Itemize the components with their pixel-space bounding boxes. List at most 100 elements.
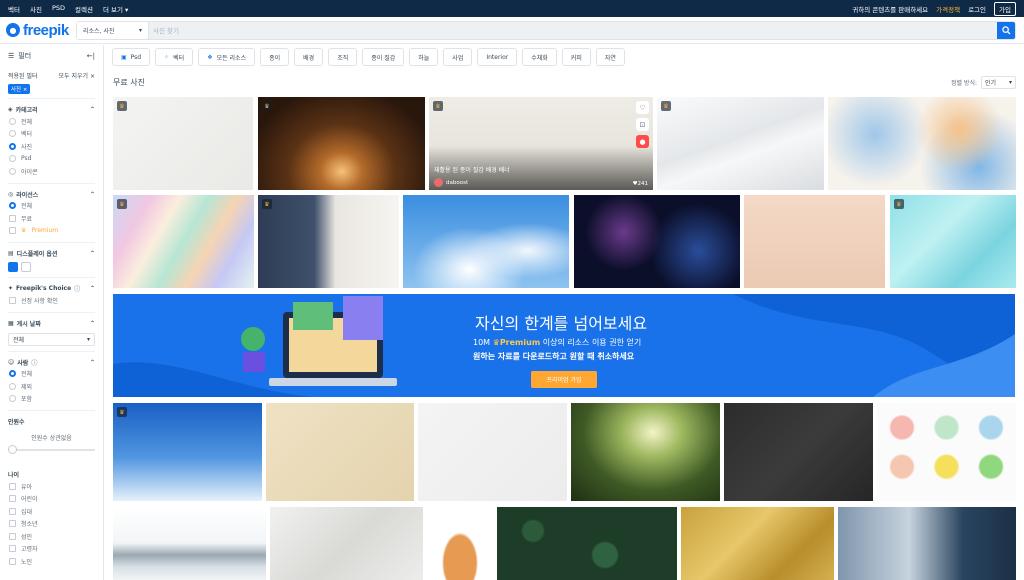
search-input[interactable] bbox=[149, 22, 997, 39]
radio-button[interactable] bbox=[9, 117, 16, 125]
category-option-psd[interactable]: Psd bbox=[8, 153, 95, 166]
tag-all-resources[interactable]: ❖ 모든 리소스 bbox=[198, 48, 256, 66]
people-option-exclude[interactable]: 제외 bbox=[8, 380, 95, 393]
photo-kraft-paper[interactable] bbox=[266, 403, 414, 501]
checkbox[interactable] bbox=[9, 520, 16, 528]
photo-crumpled-paper[interactable] bbox=[270, 507, 423, 580]
search-button[interactable] bbox=[997, 22, 1015, 39]
photo-stage-light[interactable]: ♛ bbox=[258, 97, 425, 190]
photo-watercolor-dots[interactable] bbox=[877, 403, 1016, 501]
license-option-free[interactable]: 무료 bbox=[8, 212, 95, 225]
radio-button-selected[interactable] bbox=[9, 370, 16, 378]
category-option-photo[interactable]: 사진 bbox=[8, 140, 95, 153]
nav-collections[interactable]: 컬렉션 bbox=[75, 4, 93, 14]
slider-handle[interactable] bbox=[8, 445, 17, 454]
nav-photos[interactable]: 사진 bbox=[30, 4, 42, 14]
checkbox[interactable] bbox=[9, 532, 16, 540]
license-option-premium[interactable]: ♛ Premium bbox=[8, 225, 95, 238]
chevron-up-icon[interactable]: ⌃ bbox=[90, 191, 95, 198]
pricing-link[interactable]: 가격정책 bbox=[936, 4, 960, 14]
age-option-child[interactable]: 어린이 bbox=[8, 493, 95, 506]
tag-coffee[interactable]: 커피 bbox=[561, 48, 591, 66]
photo-blue-sky[interactable] bbox=[403, 195, 569, 288]
checkbox[interactable] bbox=[9, 545, 16, 553]
age-option-youth[interactable]: 청소년 bbox=[8, 518, 95, 531]
age-option-teen[interactable]: 십대 bbox=[8, 505, 95, 518]
chevron-up-icon[interactable]: ⌃ bbox=[90, 320, 95, 327]
date-select[interactable]: 전체 ▾ bbox=[8, 332, 95, 346]
photo-sky-clouds[interactable]: ♛ bbox=[113, 403, 262, 501]
radio-button-selected[interactable] bbox=[9, 202, 16, 210]
tag-watercolor[interactable]: 수채화 bbox=[522, 48, 557, 66]
login-link[interactable]: 로그인 bbox=[968, 4, 986, 14]
radio-button[interactable] bbox=[9, 382, 16, 390]
chevron-up-icon[interactable]: ⌃ bbox=[90, 250, 95, 257]
photo-white-fabric[interactable]: ♛ bbox=[657, 97, 824, 190]
photo-wedding[interactable]: ♛ bbox=[258, 195, 399, 288]
tag-texture[interactable]: 조직 bbox=[328, 48, 358, 66]
photo-kitten[interactable] bbox=[427, 507, 493, 580]
age-option-elderly[interactable]: 노인 bbox=[8, 555, 95, 568]
category-option-vector[interactable]: 벡터 bbox=[8, 128, 95, 141]
chevron-up-icon[interactable]: ⌃ bbox=[90, 285, 95, 292]
checkbox[interactable] bbox=[9, 227, 16, 235]
people-option-all[interactable]: 전체 bbox=[8, 368, 95, 381]
chevron-up-icon[interactable]: ⌃ bbox=[90, 106, 95, 113]
heart-icon[interactable]: ♡ bbox=[636, 101, 649, 114]
people-count-slider[interactable] bbox=[8, 445, 95, 454]
tag-vector[interactable]: ⁘ 벡터 bbox=[155, 48, 194, 66]
clear-all-button[interactable]: 모두 지우기 × bbox=[59, 71, 95, 80]
join-button[interactable]: 가입 bbox=[994, 1, 1016, 16]
photo-white-texture[interactable]: ♛ bbox=[113, 97, 253, 190]
radio-button[interactable] bbox=[9, 167, 16, 175]
nav-vectors[interactable]: 벡터 bbox=[8, 4, 20, 14]
category-option-icon[interactable]: 아이콘 bbox=[8, 165, 95, 178]
nav-psd[interactable]: PSD bbox=[52, 4, 65, 14]
tag-interior[interactable]: Interior bbox=[477, 48, 518, 66]
checkbox[interactable] bbox=[9, 557, 16, 565]
active-filter-chip[interactable]: 사진 × bbox=[8, 84, 31, 94]
radio-button-selected[interactable] bbox=[9, 142, 16, 150]
collection-icon[interactable]: ⊡ bbox=[636, 118, 649, 131]
tag-psd[interactable]: ▣ Psd bbox=[112, 48, 151, 66]
photo-forest-aerial[interactable] bbox=[497, 507, 677, 580]
freepik-choice-option[interactable]: 선정 사항 확인 bbox=[8, 294, 95, 307]
checkbox[interactable] bbox=[9, 482, 16, 490]
photo-holographic[interactable]: ♛ bbox=[113, 195, 254, 288]
category-option-all[interactable]: 전체 bbox=[8, 115, 95, 128]
age-option-senior[interactable]: 고령자 bbox=[8, 543, 95, 556]
tag-paper-texture[interactable]: 종이 질감 bbox=[362, 48, 405, 66]
tag-paper[interactable]: 종이 bbox=[260, 48, 290, 66]
radio-button[interactable] bbox=[9, 155, 16, 163]
tag-nature[interactable]: 자연 bbox=[595, 48, 625, 66]
grid-view-large-button[interactable] bbox=[8, 262, 18, 272]
checkbox[interactable] bbox=[9, 495, 16, 503]
photo-water-ripple[interactable]: ♛ bbox=[890, 195, 1016, 288]
tag-business[interactable]: 사업 bbox=[443, 48, 473, 66]
photo-podium[interactable] bbox=[744, 195, 885, 288]
photo-recycled-paper[interactable]: ♛ ♡ ⊡ ● 재활용 된 종이 질감 배경 배너 daboost ♥241 bbox=[429, 97, 653, 190]
photo-galaxy[interactable] bbox=[574, 195, 740, 288]
photo-white-paper[interactable] bbox=[418, 403, 567, 501]
info-icon[interactable]: ⓘ bbox=[31, 358, 37, 367]
info-icon[interactable]: ⓘ bbox=[74, 284, 80, 293]
photo-watercolor[interactable] bbox=[828, 97, 1016, 190]
photo-dark-texture[interactable] bbox=[724, 403, 873, 501]
collapse-sidebar-icon[interactable]: ←| bbox=[87, 52, 95, 60]
checkbox[interactable] bbox=[9, 507, 16, 515]
photo-forest-light[interactable] bbox=[571, 403, 720, 501]
license-option-all[interactable]: 전체 bbox=[8, 200, 95, 213]
people-option-include[interactable]: 포함 bbox=[8, 393, 95, 406]
photo-business-tablet[interactable] bbox=[838, 507, 1016, 580]
age-option-infant[interactable]: 유아 bbox=[8, 480, 95, 493]
photo-water-splash[interactable] bbox=[113, 507, 266, 580]
sort-select[interactable]: 인기 ▾ bbox=[981, 76, 1016, 89]
tag-background[interactable]: 배경 bbox=[294, 48, 324, 66]
freepik-logo[interactable]: ● freepik bbox=[6, 22, 76, 39]
age-option-adult[interactable]: 성인 bbox=[8, 530, 95, 543]
chevron-up-icon[interactable]: ⌃ bbox=[90, 359, 95, 366]
nav-more[interactable]: 더 보기 ▾ bbox=[103, 4, 128, 14]
radio-button[interactable] bbox=[9, 395, 16, 403]
tag-sky[interactable]: 하늘 bbox=[409, 48, 439, 66]
premium-signup-button[interactable]: 프리미엄 가입 bbox=[531, 371, 597, 388]
